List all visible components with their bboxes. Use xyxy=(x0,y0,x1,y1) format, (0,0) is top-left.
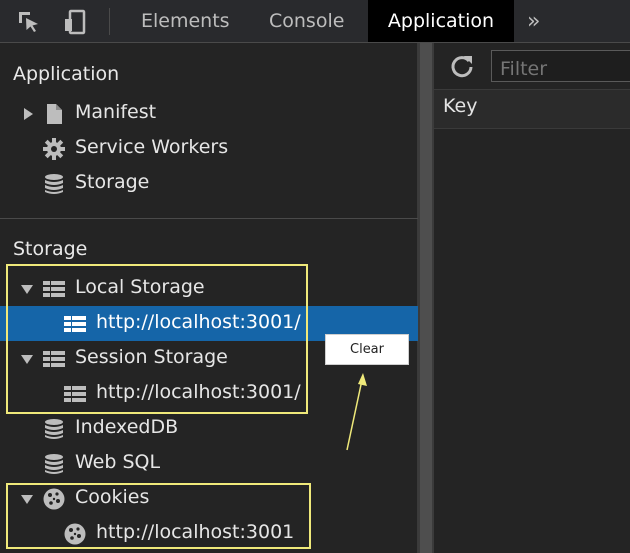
sidebar-item-label: Service Workers xyxy=(75,136,229,158)
database-icon xyxy=(45,454,63,474)
collapse-arrow-icon[interactable] xyxy=(21,355,33,364)
section-divider xyxy=(0,218,418,219)
sidebar-item-indexeddb[interactable]: IndexedDB xyxy=(0,411,418,446)
collapse-arrow-icon[interactable] xyxy=(21,495,33,504)
inspect-element-icon[interactable] xyxy=(16,9,42,35)
sidebar-item-label: Storage xyxy=(75,171,150,193)
context-menu-clear[interactable]: Clear xyxy=(325,334,409,365)
table-header: Key xyxy=(434,89,630,129)
gear-icon xyxy=(43,138,65,160)
sidebar-item-storage-overview[interactable]: Storage xyxy=(0,166,418,201)
sidebar-item-label: Web SQL xyxy=(75,451,161,473)
sidebar-item-cookies-origin[interactable]: http://localhost:3001 xyxy=(0,516,418,551)
sidebar-item-label: Session Storage xyxy=(75,346,228,368)
table-grid-icon xyxy=(43,281,65,297)
refresh-icon[interactable] xyxy=(448,52,476,80)
sidebar-item-local-storage[interactable]: Local Storage xyxy=(0,271,418,306)
table-grid-icon xyxy=(64,386,86,402)
devtools-toolbar: Elements Console Application » xyxy=(0,0,630,43)
device-toolbar-icon[interactable] xyxy=(62,9,88,35)
sidebar-item-web-sql[interactable]: Web SQL xyxy=(0,446,418,481)
table-grid-icon xyxy=(43,351,65,367)
sidebar-item-label: IndexedDB xyxy=(75,416,179,438)
database-icon xyxy=(45,419,63,439)
scrollbar-thumb[interactable] xyxy=(420,43,432,553)
cookie-icon xyxy=(64,523,86,545)
sidebar-item-label: http://localhost:3001 xyxy=(96,521,295,543)
storage-table-panel: Key xyxy=(434,43,630,553)
section-title-application: Application xyxy=(13,63,120,85)
section-title-storage: Storage xyxy=(13,238,88,260)
expand-arrow-icon[interactable] xyxy=(24,108,33,120)
database-icon xyxy=(45,174,63,194)
application-sidebar: Application Manifest Service Workers Sto… xyxy=(0,43,418,553)
sidebar-item-label: Local Storage xyxy=(75,276,205,298)
tab-console[interactable]: Console xyxy=(269,0,344,42)
column-header-key[interactable]: Key xyxy=(443,95,477,117)
sidebar-item-label: Manifest xyxy=(75,101,157,123)
sidebar-item-manifest[interactable]: Manifest xyxy=(0,96,418,131)
filter-input[interactable] xyxy=(491,50,630,82)
tab-elements[interactable]: Elements xyxy=(141,0,230,42)
cookie-icon xyxy=(43,488,65,510)
sidebar-item-label: http://localhost:3001/ xyxy=(96,381,301,403)
sidebar-scrollbar[interactable] xyxy=(418,43,434,553)
sidebar-item-label: Cookies xyxy=(75,486,150,508)
sidebar-item-cookies[interactable]: Cookies xyxy=(0,481,418,516)
tab-application[interactable]: Application xyxy=(368,0,514,42)
toolbar-separator xyxy=(109,8,110,35)
sidebar-item-service-workers[interactable]: Service Workers xyxy=(0,131,418,166)
table-grid-icon xyxy=(64,316,86,332)
file-icon xyxy=(47,104,62,124)
sidebar-item-label: http://localhost:3001/ xyxy=(96,311,301,333)
more-tabs-chevron-icon[interactable]: » xyxy=(527,9,541,34)
sidebar-item-session-storage-origin[interactable]: http://localhost:3001/ xyxy=(0,376,418,411)
collapse-arrow-icon[interactable] xyxy=(21,285,33,294)
